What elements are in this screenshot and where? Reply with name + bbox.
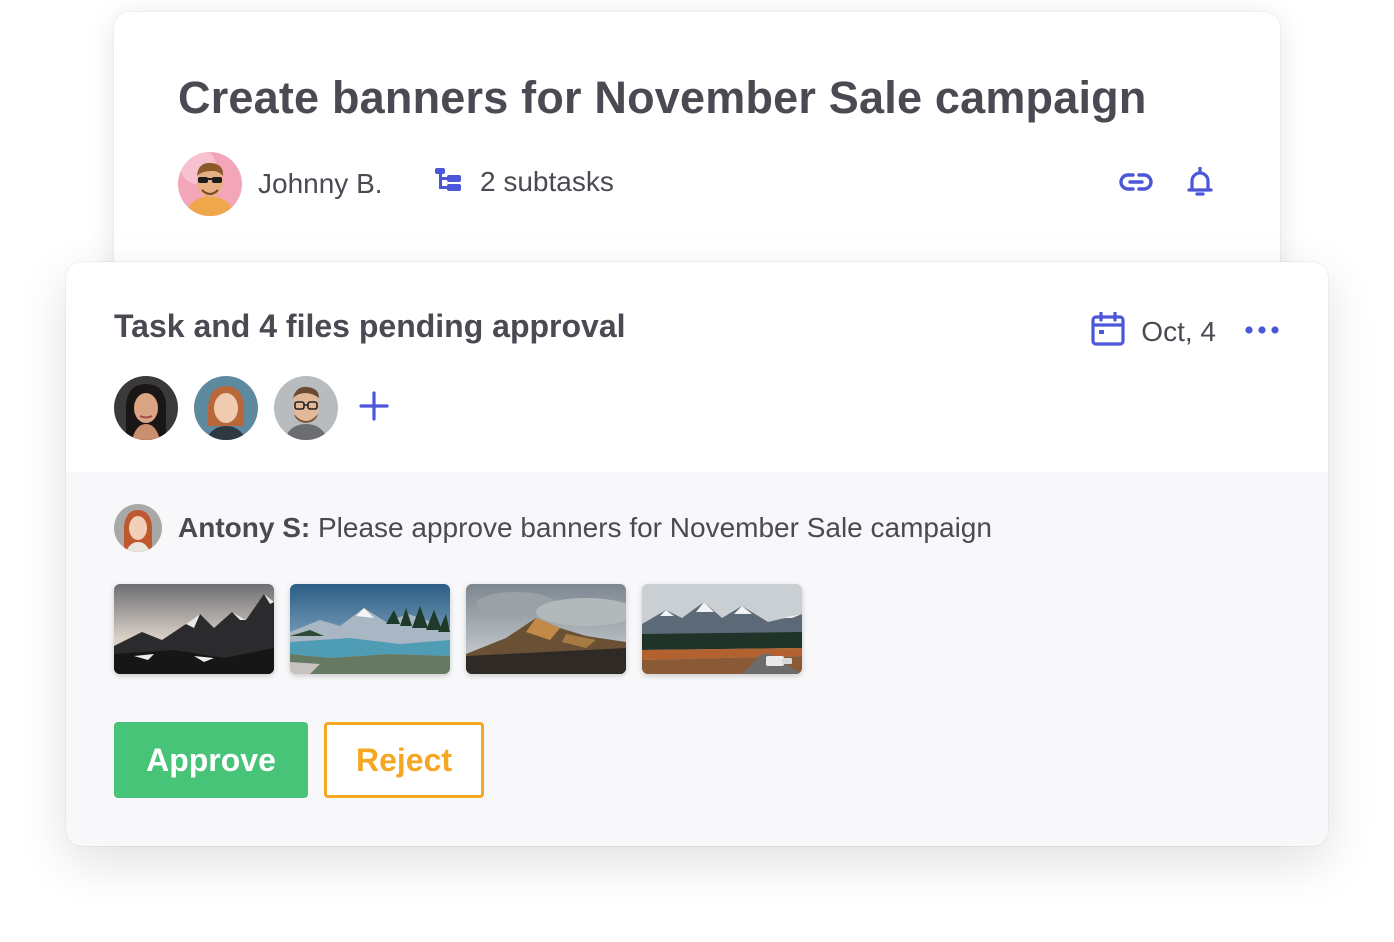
due-date-text[interactable]: Oct, 4 <box>1141 316 1216 348</box>
approval-header: Task and 4 files pending approval Oct, 4 <box>66 262 1328 472</box>
due-date[interactable]: Oct, 4 <box>1091 311 1216 351</box>
task-meta-row: Johnny B. 2 subtasks <box>178 152 1218 216</box>
comment: Antony S: Please approve banners for Nov… <box>114 504 992 552</box>
more-icon <box>1245 321 1279 339</box>
reviewer-avatar[interactable] <box>194 376 258 440</box>
owner-name[interactable]: Johnny B. <box>258 168 383 200</box>
attachment-thumbnail[interactable] <box>642 584 802 674</box>
approval-card: Task and 4 files pending approval Oct, 4 <box>66 262 1328 846</box>
add-reviewer-button[interactable] <box>354 388 394 428</box>
subtasks-link[interactable]: 2 subtasks <box>434 166 614 198</box>
calendar-icon <box>1091 311 1125 351</box>
link-icon <box>1119 171 1153 198</box>
comment-author-avatar[interactable] <box>114 504 162 552</box>
comment-author[interactable]: Antony S: <box>178 512 310 543</box>
approval-actions: Approve Reject <box>114 722 484 798</box>
subtasks-icon <box>434 167 462 198</box>
attachment-thumbnail[interactable] <box>466 584 626 674</box>
reviewers <box>114 376 394 440</box>
task-owner[interactable]: Johnny B. <box>178 152 383 216</box>
comment-text: Antony S: Please approve banners for Nov… <box>178 512 992 544</box>
notifications-button[interactable] <box>1182 165 1218 202</box>
bell-icon <box>1186 165 1214 202</box>
subtasks-label[interactable]: 2 subtasks <box>480 166 614 198</box>
plus-icon <box>359 390 389 426</box>
comment-body: Please approve banners for November Sale… <box>310 512 992 543</box>
reject-button[interactable]: Reject <box>324 722 484 798</box>
more-options-button[interactable] <box>1242 312 1282 348</box>
approve-button[interactable]: Approve <box>114 722 308 798</box>
attachment-thumbnail[interactable] <box>114 584 274 674</box>
owner-avatar[interactable] <box>178 152 242 216</box>
copy-link-button[interactable] <box>1118 166 1154 202</box>
attachments <box>114 584 818 674</box>
reviewer-avatar[interactable] <box>114 376 178 440</box>
task-title: Create banners for November Sale campaig… <box>178 72 1147 123</box>
attachment-thumbnail[interactable] <box>290 584 450 674</box>
reviewer-avatar[interactable] <box>274 376 338 440</box>
approval-title: Task and 4 files pending approval <box>114 308 626 344</box>
